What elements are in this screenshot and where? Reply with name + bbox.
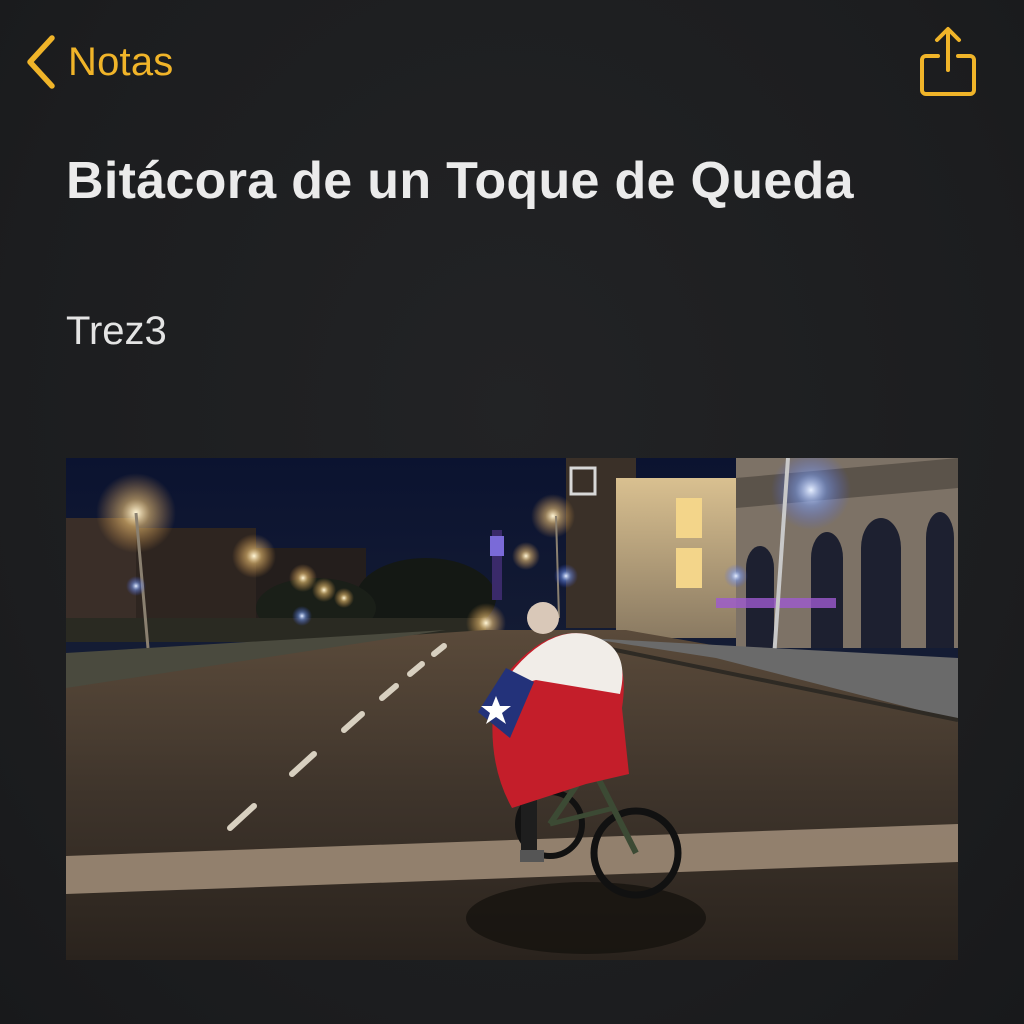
note-title: Bitácora de un Toque de Queda [66,152,854,210]
note-photo[interactable] [66,458,958,960]
share-button[interactable] [918,24,980,98]
note-author: Trez3 [66,309,167,353]
notes-screen: Notas Bitácora de un Toque de Queda Trez… [0,0,1024,1024]
chevron-left-icon [22,30,58,94]
back-button[interactable]: Notas [22,30,174,94]
share-icon [918,24,980,98]
back-button-label: Notas [68,40,174,84]
